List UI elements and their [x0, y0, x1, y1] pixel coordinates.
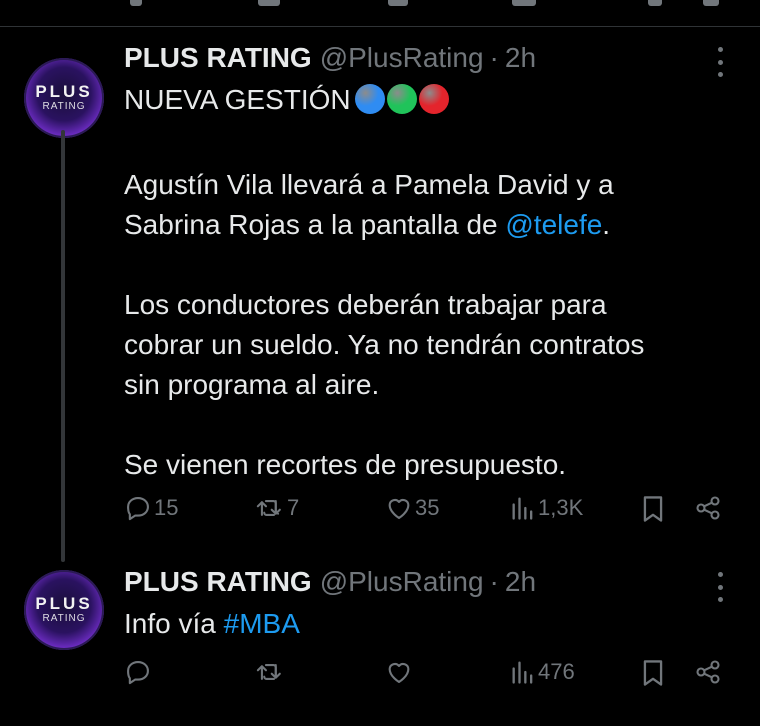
tweet-text-line: Agustín Vila llevará a Pamela David y a — [124, 169, 614, 200]
tweet-text-line: Info vía — [124, 608, 224, 639]
reply-count: 15 — [154, 495, 179, 520]
retweet-icon-fragment — [258, 0, 280, 6]
tweet-text-line: cobrar un sueldo. Ya no tendrán contrato… — [124, 329, 645, 360]
more-options-icon[interactable] — [712, 572, 728, 602]
tweet-header: PLUS RATING @PlusRating · 2h — [124, 42, 536, 74]
views-icon — [512, 661, 533, 684]
more-options-icon[interactable] — [712, 47, 728, 77]
heart-icon — [388, 662, 410, 683]
retweet-count: 7 — [287, 495, 300, 520]
username[interactable]: @PlusRating — [320, 566, 484, 598]
share-button[interactable] — [694, 658, 722, 686]
views-button[interactable]: 1,3K — [510, 494, 583, 522]
avatar-logo-subtext: RATING — [42, 101, 86, 112]
tweet-text: Info vía #MBA — [124, 604, 724, 644]
tweet-text-line: sin programa al aire. — [124, 369, 380, 400]
display-name[interactable]: PLUS RATING — [124, 566, 312, 598]
separator: · — [489, 566, 499, 597]
retweet-icon — [256, 500, 281, 516]
retweet-button[interactable]: 7 — [255, 494, 299, 522]
views-icon — [512, 497, 533, 520]
tweet-actions: 15 7 35 1,3K — [0, 494, 760, 534]
previous-tweet-actions-clipped — [0, 0, 760, 26]
retweet-icon — [256, 664, 281, 680]
share-button[interactable] — [694, 494, 722, 522]
avatar-logo-text: PLUS — [35, 594, 93, 613]
reply-icon — [127, 497, 149, 521]
separator: · — [489, 42, 499, 73]
retweet-button[interactable] — [255, 658, 287, 686]
username[interactable]: @PlusRating — [320, 42, 484, 74]
views-count: 1,3K — [538, 495, 584, 520]
views-icon-fragment — [512, 0, 536, 6]
display-name[interactable]: PLUS RATING — [124, 42, 312, 74]
divider — [0, 26, 760, 27]
share-icon — [696, 496, 720, 520]
reply-icon — [127, 661, 149, 685]
heart-icon — [388, 498, 410, 519]
tweet-text-line: Sabrina Rojas a la pantalla de — [124, 209, 506, 240]
timestamp[interactable]: 2h — [505, 42, 536, 74]
like-button[interactable] — [385, 658, 415, 686]
bookmark-icon — [643, 660, 663, 686]
share-icon-fragment — [703, 0, 719, 6]
timestamp[interactable]: 2h — [505, 566, 536, 598]
color-circles-emoji — [354, 84, 451, 125]
hashtag-link[interactable]: #MBA — [224, 608, 300, 639]
avatar-logo-subtext: RATING — [42, 613, 86, 624]
avatar[interactable]: PLUS RATING — [24, 570, 104, 650]
reply-button[interactable]: 15 — [124, 494, 178, 522]
mention-link[interactable]: @telefe — [505, 209, 602, 240]
share-icon — [696, 660, 720, 684]
views-button[interactable]: 476 — [510, 658, 575, 686]
tweet-actions: 476 — [0, 658, 760, 698]
bookmark-icon — [643, 496, 663, 522]
tweet-text-line: Se vienen recortes de presupuesto. — [124, 449, 567, 480]
bookmark-icon-fragment — [648, 0, 662, 6]
tweet-text-punctuation: . — [602, 209, 611, 240]
reply-button[interactable] — [124, 658, 154, 686]
views-count: 476 — [538, 659, 575, 684]
like-icon-fragment — [388, 0, 408, 6]
like-count: 35 — [415, 495, 440, 520]
tweet-text-line: Los conductores deberán trabajar para — [124, 289, 607, 320]
reply-icon-fragment — [130, 0, 142, 6]
like-button[interactable]: 35 — [385, 494, 439, 522]
tweet-header: PLUS RATING @PlusRating · 2h — [124, 566, 536, 598]
tweet-text-line: NUEVA GESTIÓN — [124, 84, 351, 115]
bookmark-button[interactable] — [640, 658, 666, 688]
tweet-text: NUEVA GESTIÓN Agustín Vila llevará a Pam… — [124, 80, 724, 485]
avatar[interactable]: PLUS RATING — [24, 58, 104, 138]
bookmark-button[interactable] — [640, 494, 666, 524]
avatar-logo-text: PLUS — [35, 82, 93, 101]
